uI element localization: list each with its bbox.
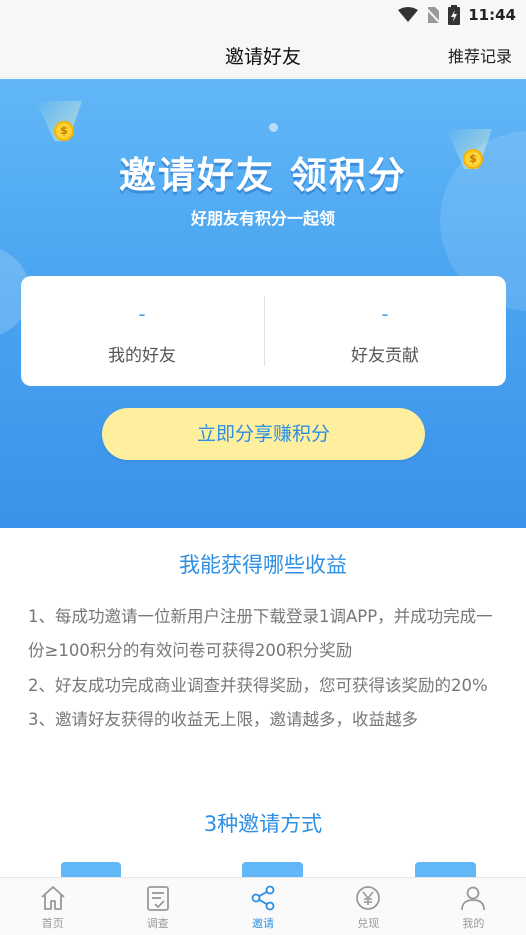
- decor-dot: [269, 123, 278, 132]
- invite-stats-card: - 我的好友 - 好友贡献: [21, 276, 506, 386]
- coin-icon: $: [54, 121, 74, 141]
- referral-records-link[interactable]: 推荐记录: [448, 43, 512, 67]
- banner-subtitle: 好朋友有积分一起领: [190, 209, 335, 228]
- tab-survey[interactable]: 调查: [105, 878, 210, 935]
- benefits-list: 1、每成功邀请一位新用户注册下载登录1调APP，并成功完成一份≥100积分的有效…: [28, 600, 503, 737]
- wifi-icon: [398, 7, 419, 22]
- stat-value: -: [381, 302, 389, 326]
- status-time: 11:44: [468, 6, 516, 24]
- status-bar: 11:44: [0, 0, 526, 30]
- tab-redeem[interactable]: 兑现: [316, 878, 421, 935]
- benefit-item: 1、每成功邀请一位新用户注册下载登录1调APP，并成功完成一份≥100积分的有效…: [28, 607, 493, 661]
- invite-methods-title: 3种邀请方式: [203, 812, 323, 836]
- benefits-title: 我能获得哪些收益: [179, 553, 347, 577]
- invite-banner: $ $ 邀请好友 领积分 好朋友有积分一起领 - 我的好友 - 好友贡献 立即分…: [0, 79, 526, 528]
- battery-charging-icon: [448, 5, 461, 25]
- tab-profile[interactable]: 我的: [421, 878, 526, 935]
- tab-label: 邀请: [252, 917, 274, 930]
- banner-title: 邀请好友 领积分: [119, 154, 407, 197]
- tab-home[interactable]: 首页: [0, 878, 105, 935]
- stat-value: -: [138, 302, 146, 326]
- tab-label: 兑现: [357, 917, 380, 930]
- yen-icon: [356, 886, 381, 910]
- invite-method-wechat-icon[interactable]: [61, 862, 121, 878]
- stat-my-friends[interactable]: - 我的好友: [21, 276, 263, 386]
- invite-method-qrcode-icon[interactable]: [415, 862, 476, 878]
- share-earn-button[interactable]: 立即分享赚积分: [102, 408, 425, 460]
- benefit-item: 2、好友成功完成商业调查并获得奖励，您可获得该奖励的20%: [28, 675, 488, 695]
- bottom-tab-bar: 首页 调查 邀请 兑现 我的: [0, 877, 526, 935]
- tab-label: 我的: [462, 917, 485, 930]
- status-icons: 11:44: [398, 5, 516, 25]
- share-icon: [251, 885, 275, 911]
- profile-icon: [461, 886, 486, 911]
- invite-method-link-icon[interactable]: [242, 862, 303, 878]
- survey-icon: [146, 886, 169, 911]
- stat-friend-contribution[interactable]: - 好友贡献: [264, 276, 506, 386]
- no-sim-icon: [426, 7, 441, 24]
- tab-invite[interactable]: 邀请: [210, 878, 315, 935]
- tab-label: 调查: [146, 917, 169, 930]
- title-bar: 邀请好友 推荐记录: [0, 30, 526, 78]
- benefit-item: 3、邀请好友获得的收益无上限，邀请越多，收益越多: [28, 709, 418, 729]
- stat-label: 我的好友: [108, 346, 176, 366]
- stat-label: 好友贡献: [351, 346, 419, 366]
- tab-label: 首页: [41, 917, 64, 930]
- home-icon: [40, 886, 65, 910]
